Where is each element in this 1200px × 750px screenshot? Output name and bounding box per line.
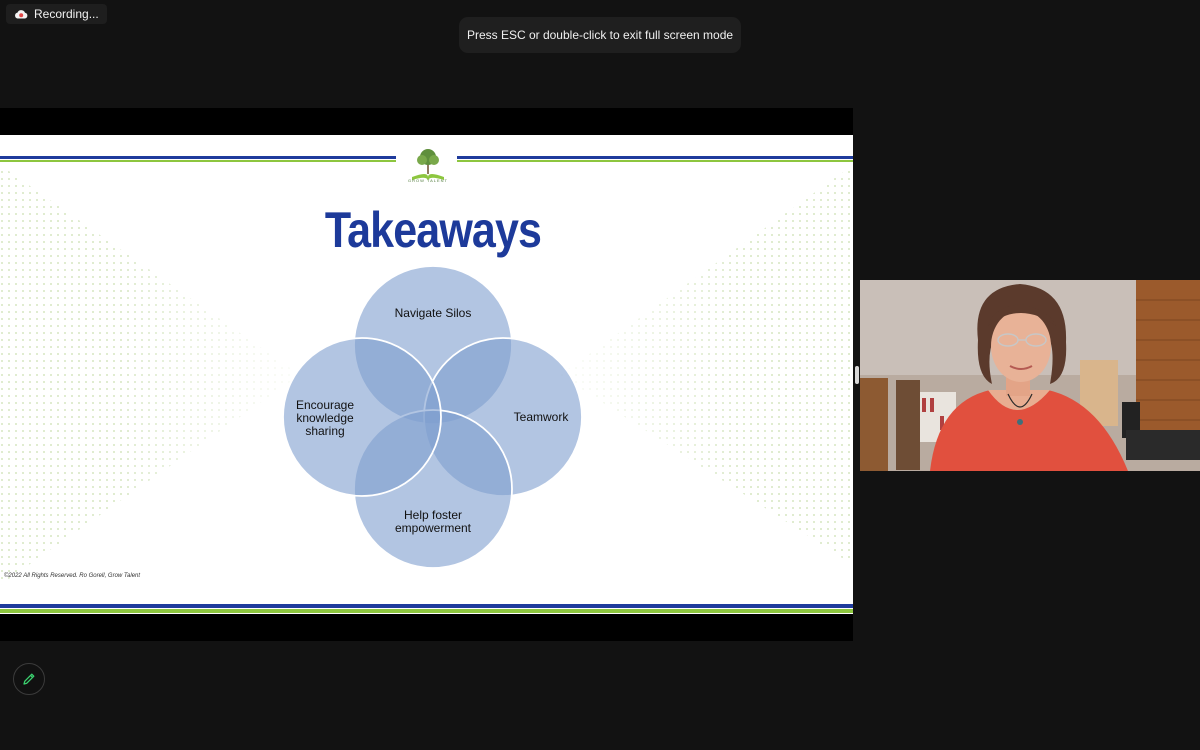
annotate-button[interactable] (13, 663, 45, 695)
recording-label: Recording... (34, 7, 99, 21)
fullscreen-toast: Press ESC or double-click to exit full s… (459, 17, 741, 53)
logo-text: GROW TALENT (408, 178, 448, 183)
venn-label-bottom: Help foster empowerment (394, 508, 472, 535)
venn-label-left: Encourage knowledge sharing (295, 398, 355, 438)
pen-icon (23, 673, 35, 685)
cloud-record-icon (15, 10, 28, 19)
panel-resize-handle[interactable] (855, 366, 859, 384)
slide-copyright: ©2022 All Rights Reserved. Ro Gorell, Gr… (4, 573, 141, 579)
presentation-slide: GROW TALENT Takeaways Navigate Silos Tea… (0, 135, 853, 614)
venn-label-right: Teamwork (513, 410, 569, 424)
participant-video[interactable] (860, 280, 1200, 471)
recording-indicator[interactable]: Recording... (6, 4, 107, 24)
participant-video-frame (860, 280, 1200, 471)
slide-title: Takeaways (324, 202, 542, 258)
toast-message: Press ESC or double-click to exit full s… (466, 28, 734, 42)
venn-label-top: Navigate Silos (394, 306, 472, 320)
